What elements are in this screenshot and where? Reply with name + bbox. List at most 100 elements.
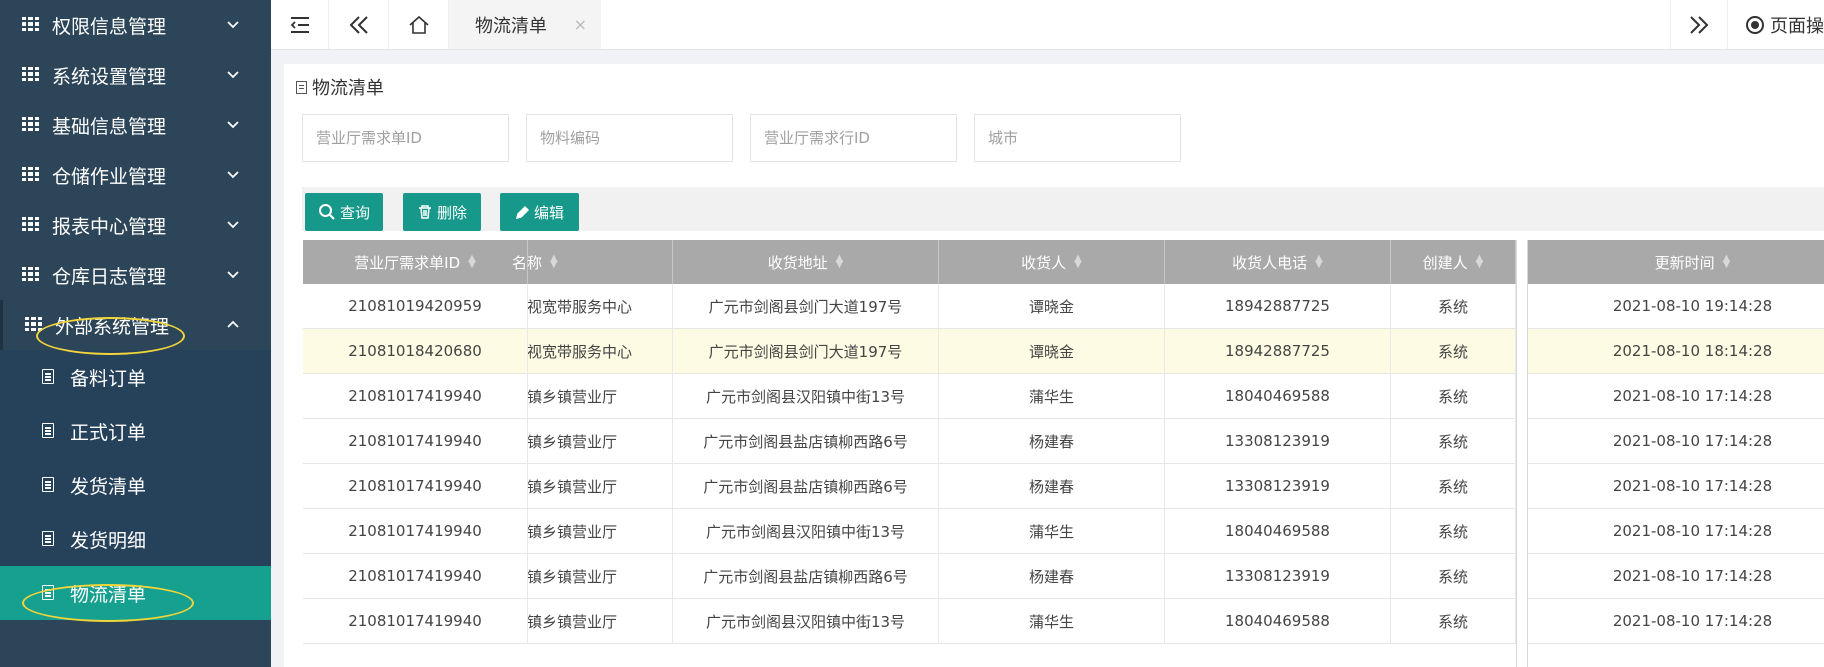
table-header-cell[interactable]: 名称 ▲ ▼ — [512, 240, 673, 284]
table-cell: 杨建春 — [939, 419, 1165, 464]
tab-logistics-list[interactable]: 物流清单 × — [449, 0, 601, 49]
table-cell: 电视宽带服务中心 — [528, 329, 673, 374]
table-cell: 18040469588 — [1165, 374, 1391, 419]
sidebar-subitem-1[interactable]: 正式订单 — [0, 404, 271, 458]
sort-icon[interactable]: ▲ ▼ — [468, 254, 476, 270]
city-input[interactable] — [974, 114, 1181, 162]
sort-icon[interactable]: ▲ ▼ — [836, 254, 844, 270]
table-cell: 系统 — [1391, 329, 1516, 374]
material-code-input[interactable] — [526, 114, 733, 162]
section-title: 物流清单 — [296, 74, 384, 100]
query-button[interactable]: 查询 — [305, 193, 383, 231]
cell-text: 21081017419940 — [348, 612, 482, 630]
sort-icon[interactable]: ▲ ▼ — [1074, 254, 1082, 270]
trash-icon — [418, 205, 431, 219]
double-chevron-right-icon — [1690, 15, 1709, 34]
table-cell: 广元市剑阁县汉阳镇中街13号 — [673, 509, 939, 554]
sidebar-group-4[interactable]: 报表中心管理 — [0, 200, 271, 250]
sidebar-subitem-label: 正式订单 — [70, 421, 147, 444]
edit-button-label: 编辑 — [533, 203, 564, 222]
cell-text: 阳镇乡镇营业厅 — [528, 612, 618, 631]
chevron-up-icon — [227, 320, 239, 328]
table-cell: 2021-08-10 17:14:28 — [1528, 464, 1824, 509]
table-header-cell[interactable]: 更新时间 ▲ ▼ — [1528, 240, 1824, 284]
cell-text: 13308123919 — [1225, 432, 1330, 450]
sidebar-group-3[interactable]: 仓储作业管理 — [0, 150, 271, 200]
menu-toggle-button[interactable] — [271, 0, 329, 49]
table-header-cell[interactable]: 营业厅需求单ID ▲ ▼ — [303, 240, 528, 284]
action-toolbar: 查询 删除 编辑 — [302, 187, 1824, 231]
table-column-2: 收货地址 ▲ ▼ 广元市剑阁县剑门大道197号 广元市剑阁县剑门大道197号 广元市剑阁县… — [673, 240, 939, 644]
sidebar-subitem-label: 发货清单 — [70, 475, 147, 498]
sidebar-group-label: 仓储作业管理 — [52, 165, 167, 188]
table-cell: 系统 — [1391, 599, 1516, 644]
top-bar: 物流清单 × 页面操 — [271, 0, 1824, 50]
cell-text: 13308123919 — [1225, 567, 1330, 585]
table-cell: 蒲华生 — [939, 509, 1165, 554]
table-cell: 13308123919 — [1165, 554, 1391, 599]
grid-icon — [25, 317, 42, 331]
sidebar-group-label: 系统设置管理 — [52, 65, 167, 88]
table-cell: 谭晓金 — [939, 329, 1165, 374]
chevron-down-icon — [227, 121, 239, 129]
edit-button[interactable]: 编辑 — [500, 193, 579, 231]
sidebar-group-0[interactable]: 权限信息管理 — [0, 0, 271, 50]
scroll-right-button[interactable] — [1670, 0, 1728, 49]
table-cell: 13308123919 — [1165, 464, 1391, 509]
cell-text: 21081017419940 — [348, 477, 482, 495]
query-button-label: 查询 — [339, 203, 370, 222]
frozen-column-divider — [1516, 240, 1528, 667]
cell-text: 广元市剑阁县汉阳镇中街13号 — [705, 387, 906, 406]
page-operations-menu[interactable]: 页面操 — [1728, 12, 1824, 38]
sort-icon[interactable]: ▲ ▼ — [550, 254, 558, 270]
page-operations-label: 页面操 — [1770, 15, 1824, 37]
table-column-3: 收货人 ▲ ▼ 谭晓金 谭晓金 蒲华生 杨建春 杨建春 蒲华生 杨建春 蒲华生 — [939, 240, 1165, 644]
sidebar-subitem-2[interactable]: 发货清单 — [0, 458, 271, 512]
sort-icon[interactable]: ▲ ▼ — [1723, 254, 1731, 270]
sidebar-group-1[interactable]: 系统设置管理 — [0, 50, 271, 100]
cell-text: 2021-08-10 17:14:28 — [1612, 567, 1773, 585]
table-header-cell[interactable]: 收货地址 ▲ ▼ — [673, 240, 939, 284]
sidebar-subitem-4[interactable]: 物流清单 — [0, 566, 271, 620]
sort-icon[interactable]: ▲ ▼ — [1476, 254, 1484, 270]
tab-label: 物流清单 — [475, 15, 547, 37]
cell-text: 2021-08-10 18:14:28 — [1612, 342, 1773, 360]
cell-text: 杨建春 — [1028, 432, 1074, 451]
table-cell: 13308123919 — [1165, 419, 1391, 464]
document-icon — [42, 477, 54, 492]
cell-text: 21081018420680 — [348, 342, 482, 360]
delete-button[interactable]: 删除 — [403, 193, 481, 231]
sidebar-subitem-3[interactable]: 发货明细 — [0, 512, 271, 566]
grid-icon — [22, 67, 39, 81]
table-header-cell[interactable]: 收货人 ▲ ▼ — [939, 240, 1165, 284]
table-header-cell[interactable]: 创建人 ▲ ▼ — [1391, 240, 1516, 284]
hall-demand-id-input[interactable] — [302, 114, 509, 162]
sidebar-group-2[interactable]: 基础信息管理 — [0, 100, 271, 150]
chevron-down-icon — [227, 271, 239, 279]
table-cell: 2021-08-10 17:14:28 — [1528, 419, 1824, 464]
table-cell: 杨建春 — [939, 464, 1165, 509]
hall-demand-line-id-input[interactable] — [750, 114, 957, 162]
cell-text: 谭晓金 — [1028, 297, 1074, 316]
sidebar-group-5[interactable]: 仓库日志管理 — [0, 250, 271, 300]
cell-text: 系统 — [1437, 432, 1468, 451]
tab-close-icon[interactable]: × — [574, 15, 587, 34]
cell-text: 系统 — [1437, 342, 1468, 361]
table-cell: 2021-08-10 17:14:28 — [1528, 509, 1824, 554]
sidebar-subitem-0[interactable]: 备料订单 — [0, 350, 271, 404]
cell-text: 阳镇乡镇营业厅 — [528, 387, 618, 406]
chevron-down-icon — [227, 221, 239, 229]
table-cell: 蒲华生 — [939, 599, 1165, 644]
grid-icon — [22, 117, 39, 131]
header-label: 收货地址 — [767, 253, 828, 272]
sidebar-group-6[interactable]: 外部系统管理 — [0, 300, 271, 350]
table-cell: 21081018420680 — [303, 329, 528, 374]
scroll-left-button[interactable] — [329, 0, 389, 49]
header-label: 营业厅需求单ID — [354, 253, 461, 272]
table-header-cell[interactable]: 收货人电话 ▲ ▼ — [1165, 240, 1391, 284]
home-button[interactable] — [389, 0, 449, 49]
search-icon — [318, 204, 335, 220]
document-icon — [296, 80, 307, 94]
sort-icon[interactable]: ▲ ▼ — [1315, 254, 1323, 270]
table-cell: 广元市剑阁县盐店镇柳西路6号 — [673, 554, 939, 599]
